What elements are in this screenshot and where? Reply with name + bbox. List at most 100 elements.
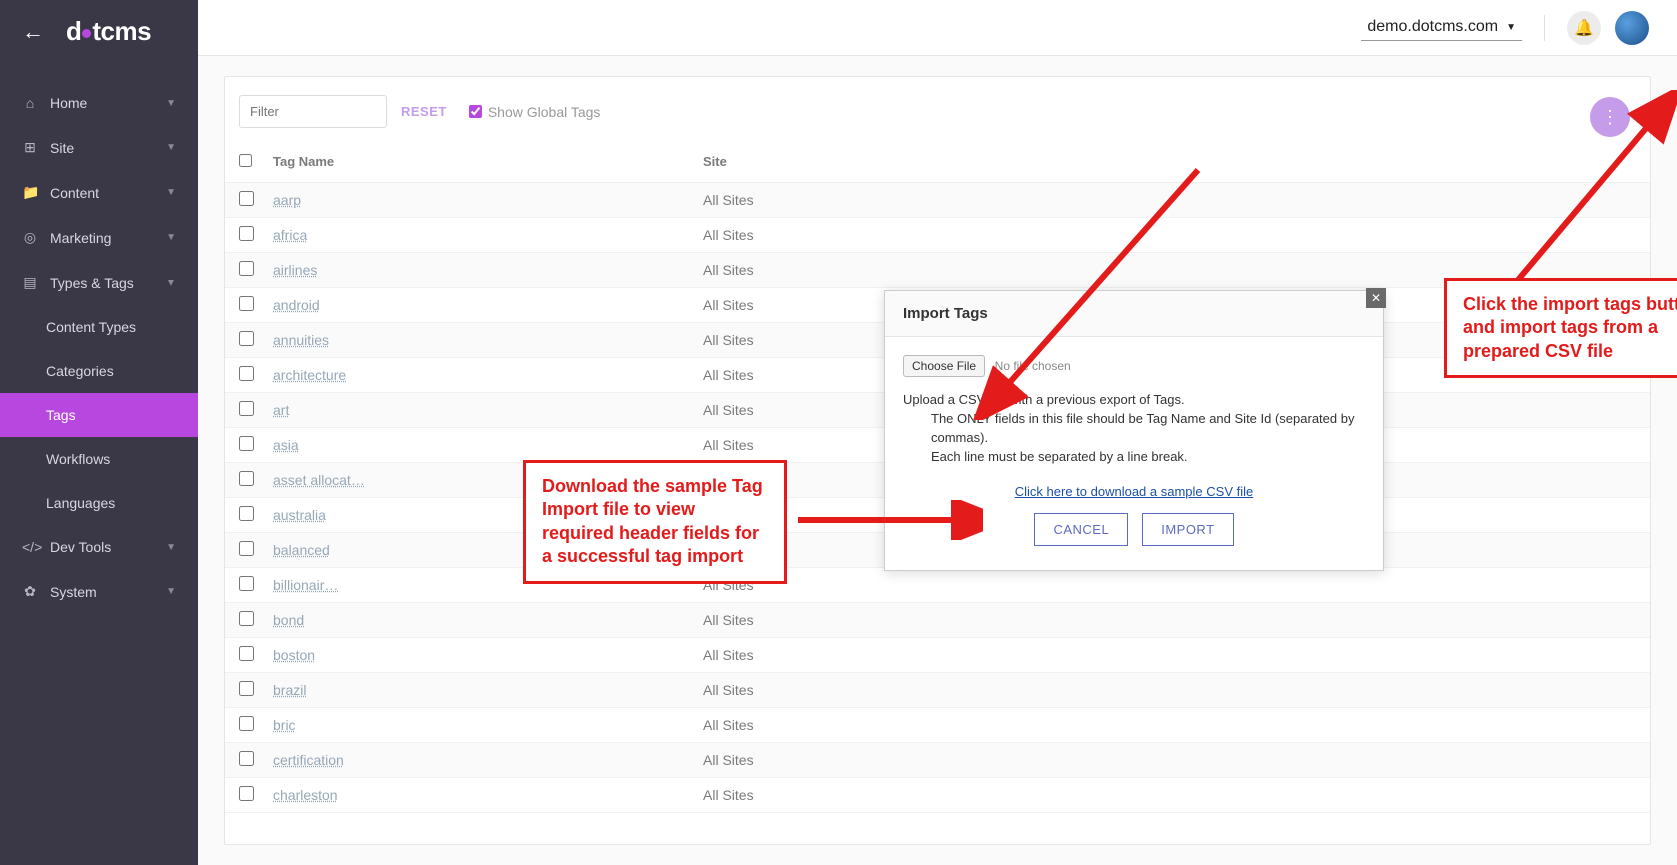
- row-checkbox[interactable]: [239, 471, 254, 486]
- table-header: Tag Name Site: [225, 142, 1650, 183]
- header-site[interactable]: Site: [703, 154, 1636, 170]
- row-checkbox[interactable]: [239, 296, 254, 311]
- show-global-tags-label[interactable]: Show Global Tags: [469, 104, 601, 120]
- row-checkbox[interactable]: [239, 506, 254, 521]
- actions-menu-button[interactable]: ⋮: [1590, 97, 1630, 137]
- file-row: Choose File No file chosen: [903, 355, 1365, 377]
- notifications-button[interactable]: 🔔: [1567, 11, 1601, 45]
- nav-sub-content-types[interactable]: Content Types: [0, 305, 198, 349]
- tag-link[interactable]: balanced: [273, 542, 330, 558]
- row-checkbox[interactable]: [239, 331, 254, 346]
- tag-link[interactable]: australia: [273, 507, 326, 523]
- annotation-download-sample: Download the sample Tag Import file to v…: [523, 460, 787, 584]
- row-checkbox[interactable]: [239, 366, 254, 381]
- tag-link[interactable]: africa: [273, 227, 307, 243]
- help-line-3: Each line must be separated by a line br…: [931, 448, 1365, 467]
- select-all-checkbox[interactable]: [239, 154, 252, 167]
- modal-body: Choose File No file chosen Upload a CSV …: [885, 337, 1383, 570]
- table-row[interactable]: africaAll Sites: [225, 218, 1650, 253]
- row-checkbox[interactable]: [239, 751, 254, 766]
- table-row[interactable]: brazilAll Sites: [225, 673, 1650, 708]
- row-checkbox[interactable]: [239, 401, 254, 416]
- table-row[interactable]: aarp All Sites: [225, 183, 1650, 218]
- chevron-down-icon: ▼: [166, 232, 176, 243]
- chevron-down-icon: ▼: [166, 187, 176, 198]
- nav-home[interactable]: ⌂ Home ▼: [0, 81, 198, 125]
- table-row[interactable]: charlestonAll Sites: [225, 778, 1650, 813]
- tag-link[interactable]: airlines: [273, 262, 317, 278]
- row-checkbox[interactable]: [239, 611, 254, 626]
- row-checkbox[interactable]: [239, 436, 254, 451]
- nav-marketing[interactable]: ◎ Marketing ▼: [0, 215, 198, 260]
- nav-dev-tools[interactable]: </> Dev Tools ▼: [0, 525, 198, 569]
- nav-label: Content: [50, 185, 166, 201]
- tag-link[interactable]: charleston: [273, 787, 338, 803]
- table-row[interactable]: bostonAll Sites: [225, 638, 1650, 673]
- site-cell: All Sites: [703, 192, 1636, 208]
- tag-link[interactable]: brazil: [273, 682, 306, 698]
- content-icon: 📁: [22, 184, 38, 201]
- system-icon: ✿: [22, 583, 38, 600]
- help-line-2: The ONLY fields in this file should be T…: [931, 410, 1365, 448]
- back-icon[interactable]: ←: [22, 19, 44, 45]
- import-tags-modal: ✕ Import Tags Choose File No file chosen…: [884, 290, 1384, 571]
- header-tag-name[interactable]: Tag Name: [273, 154, 703, 170]
- show-global-tags-checkbox[interactable]: [469, 105, 482, 118]
- user-avatar[interactable]: [1615, 11, 1649, 45]
- row-checkbox[interactable]: [239, 681, 254, 696]
- tag-link[interactable]: asset allocat…: [273, 472, 365, 488]
- row-checkbox[interactable]: [239, 576, 254, 591]
- nav-system[interactable]: ✿ System ▼: [0, 569, 198, 614]
- logo-text-a: d: [66, 16, 81, 46]
- nav-sub-categories[interactable]: Categories: [0, 349, 198, 393]
- site-cell: All Sites: [703, 577, 1636, 593]
- tag-link[interactable]: bond: [273, 612, 304, 628]
- table-row[interactable]: airlinesAll Sites: [225, 253, 1650, 288]
- reset-button[interactable]: RESET: [401, 104, 447, 119]
- row-checkbox[interactable]: [239, 226, 254, 241]
- divider: [1544, 15, 1545, 41]
- row-checkbox[interactable]: [239, 646, 254, 661]
- annotation-import-button: Click the import tags button and import …: [1444, 278, 1677, 378]
- dev-icon: </>: [22, 539, 38, 555]
- filter-input[interactable]: [239, 95, 387, 128]
- tag-link[interactable]: art: [273, 402, 289, 418]
- nav-sub-tags[interactable]: Tags: [0, 393, 198, 437]
- tag-link[interactable]: bric: [273, 717, 296, 733]
- tag-link[interactable]: boston: [273, 647, 315, 663]
- tag-link[interactable]: aarp: [273, 192, 301, 208]
- nav-site[interactable]: ⊞ Site ▼: [0, 125, 198, 170]
- caret-down-icon: ▼: [1506, 22, 1516, 33]
- tag-link[interactable]: android: [273, 297, 320, 313]
- topbar: demo.dotcms.com ▼ 🔔: [198, 0, 1677, 56]
- tag-link[interactable]: certification: [273, 752, 344, 768]
- header-checkbox-col: [239, 154, 273, 170]
- download-sample-link[interactable]: Click here to download a sample CSV file: [903, 484, 1365, 499]
- modal-close-button[interactable]: ✕: [1366, 288, 1386, 308]
- nav-content[interactable]: 📁 Content ▼: [0, 170, 198, 215]
- nav-sub-languages[interactable]: Languages: [0, 481, 198, 525]
- nav-types-tags[interactable]: ▤ Types & Tags ▲: [0, 260, 198, 305]
- tag-link[interactable]: architecture: [273, 367, 346, 383]
- nav-sub-workflows[interactable]: Workflows: [0, 437, 198, 481]
- cancel-button[interactable]: CANCEL: [1034, 513, 1128, 546]
- row-checkbox[interactable]: [239, 786, 254, 801]
- main: demo.dotcms.com ▼ 🔔 RESET Show Global Ta…: [198, 0, 1677, 865]
- choose-file-button[interactable]: Choose File: [903, 355, 985, 377]
- logo-text-b: tcms: [92, 16, 151, 46]
- row-checkbox[interactable]: [239, 261, 254, 276]
- table-row[interactable]: certificationAll Sites: [225, 743, 1650, 778]
- import-button[interactable]: IMPORT: [1142, 513, 1233, 546]
- row-checkbox[interactable]: [239, 716, 254, 731]
- tag-link[interactable]: asia: [273, 437, 299, 453]
- table-row[interactable]: bricAll Sites: [225, 708, 1650, 743]
- row-checkbox[interactable]: [239, 541, 254, 556]
- sidebar: ← dtcms ⌂ Home ▼ ⊞ Site ▼ 📁 Content ▼ ◎ …: [0, 0, 198, 865]
- tag-link[interactable]: annuities: [273, 332, 329, 348]
- table-row[interactable]: billionair… All Sites: [225, 568, 1650, 603]
- row-checkbox[interactable]: [239, 191, 254, 206]
- site-selector[interactable]: demo.dotcms.com ▼: [1361, 14, 1522, 41]
- table-row[interactable]: bondAll Sites: [225, 603, 1650, 638]
- more-vert-icon: ⋮: [1601, 107, 1619, 128]
- tag-link[interactable]: billionair…: [273, 577, 338, 593]
